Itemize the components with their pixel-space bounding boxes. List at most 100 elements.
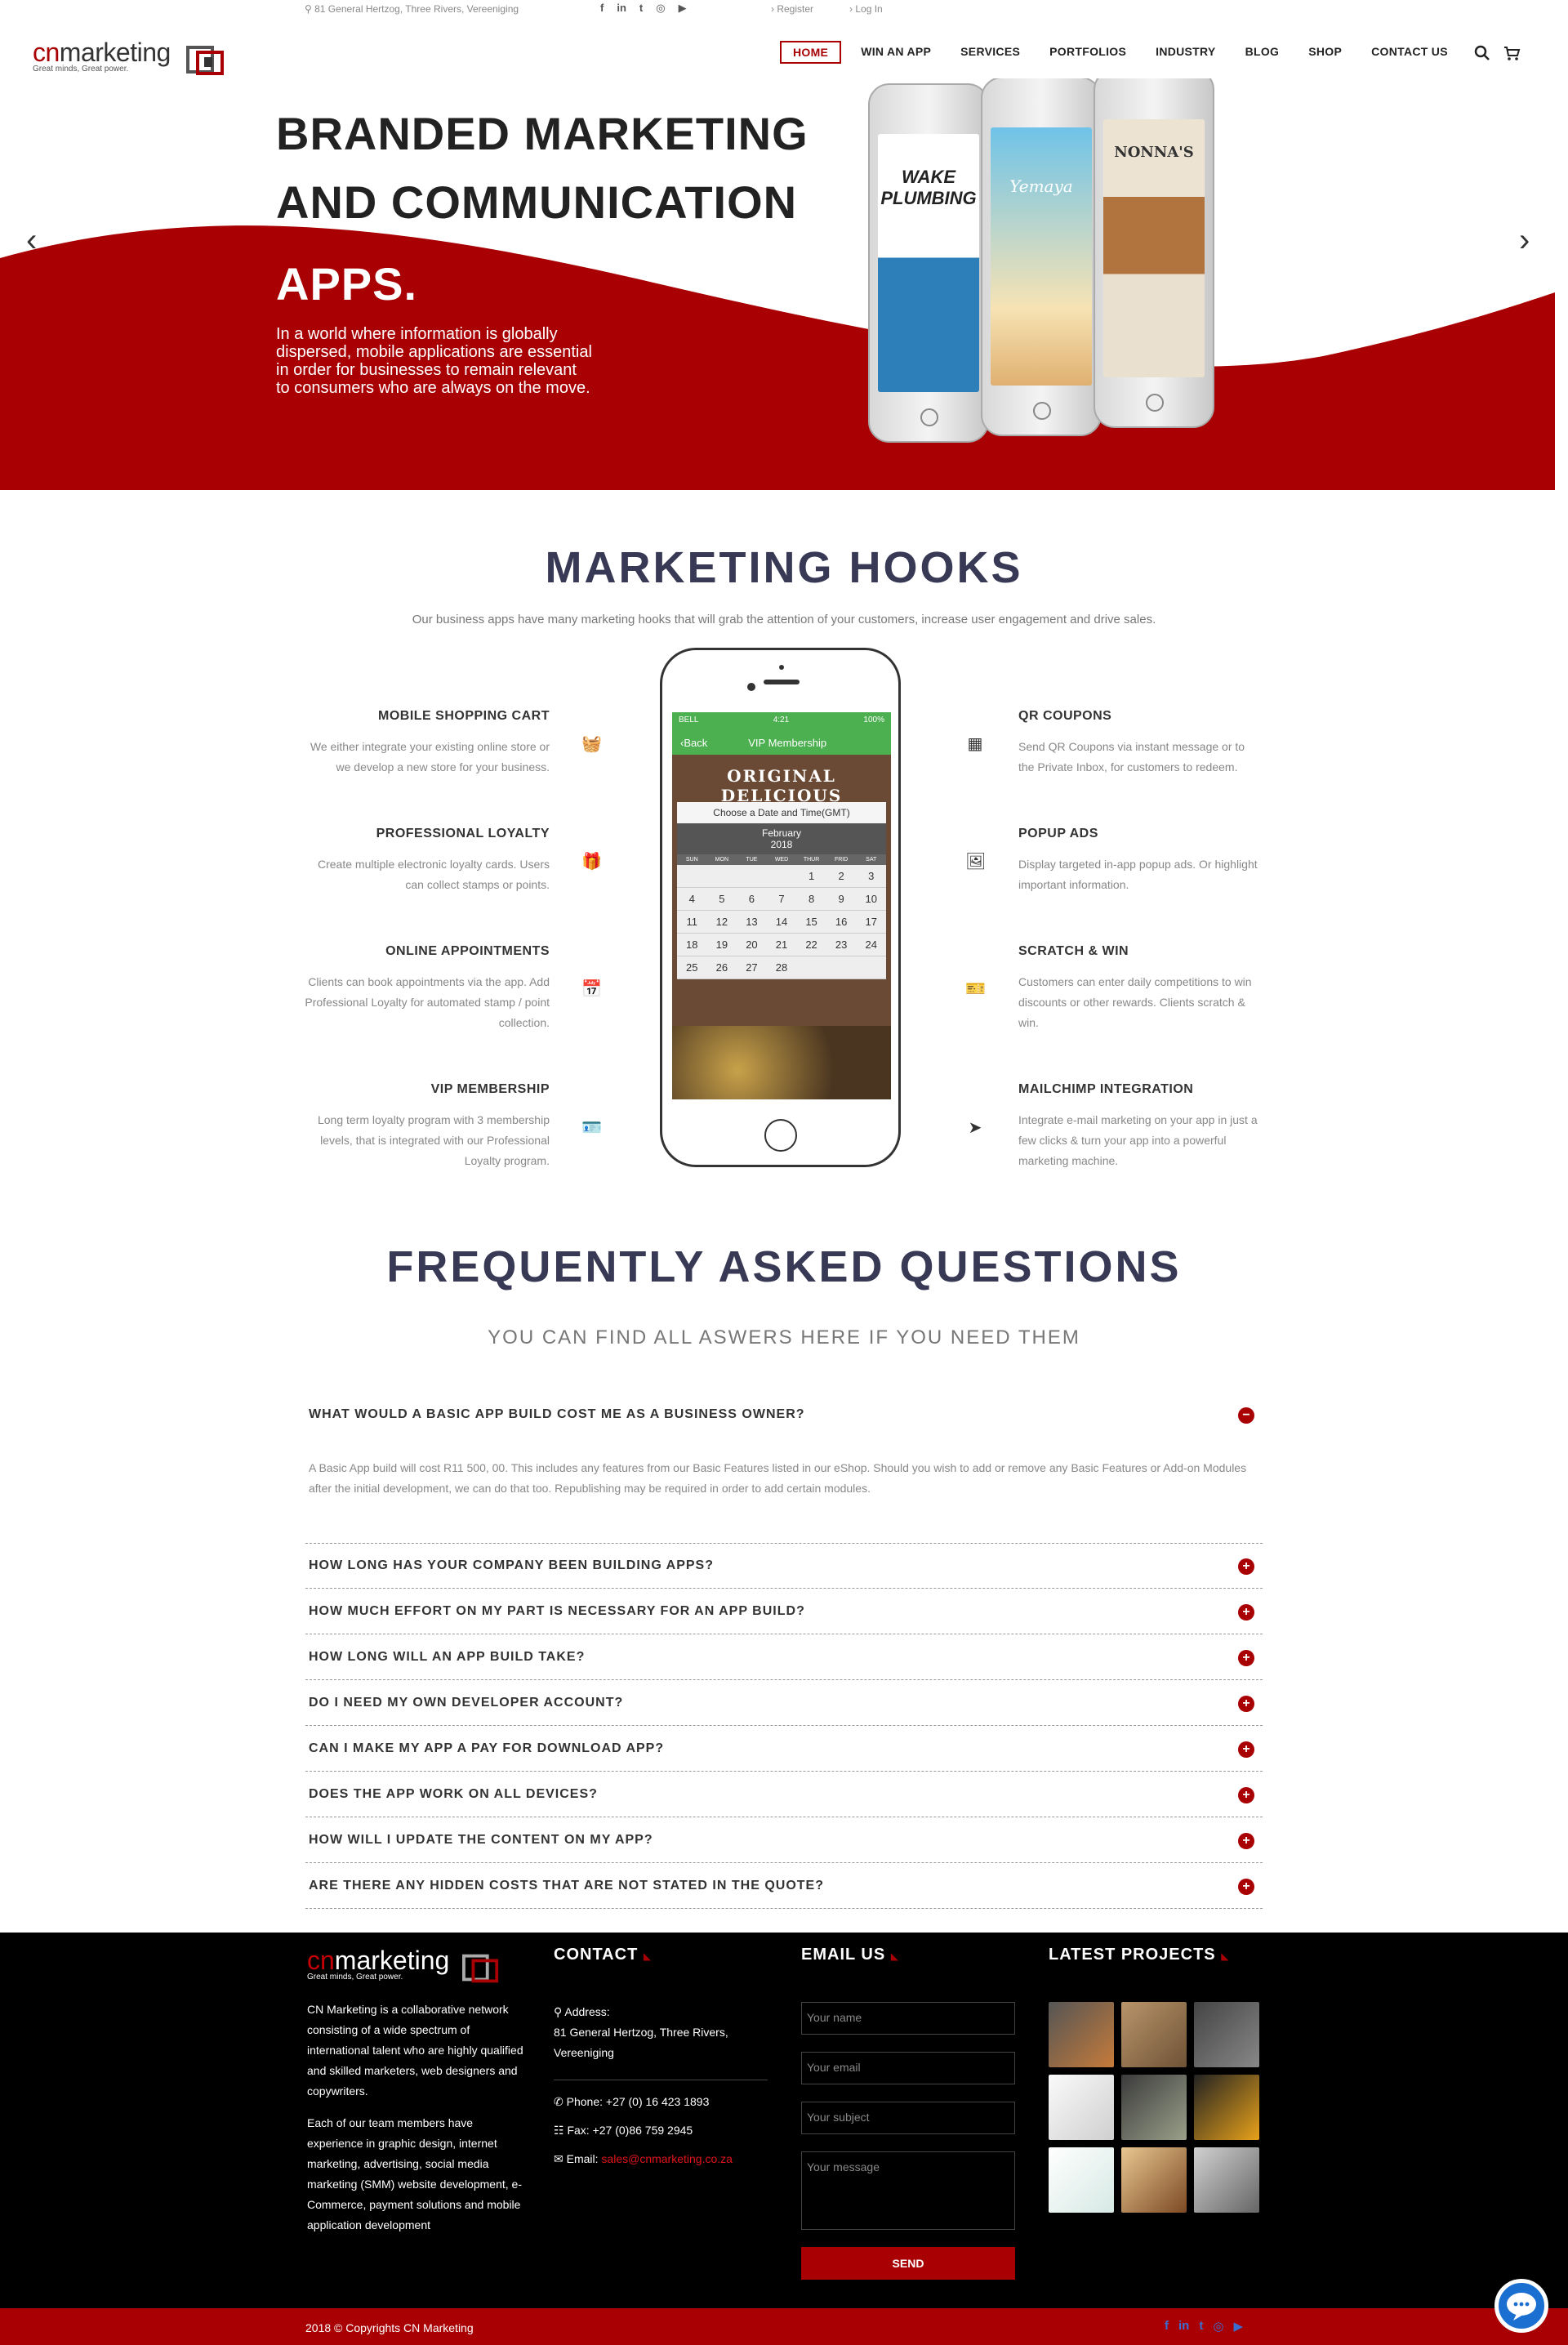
feature-text: We either integrate your existing online… [310, 740, 550, 773]
calendar-day[interactable]: 22 [796, 934, 826, 956]
calendar-day[interactable]: 21 [766, 934, 797, 956]
project-thumbnail[interactable] [1121, 2075, 1187, 2140]
calendar-day[interactable]: 16 [826, 911, 857, 934]
footer-projects: LATEST PROJECTS ◣ [1049, 1946, 1263, 2213]
phone-nonnas: NONNA'S [1094, 78, 1214, 428]
project-thumbnail[interactable] [1049, 2147, 1114, 2213]
expand-icon[interactable]: + [1238, 1558, 1254, 1575]
expand-icon[interactable]: + [1238, 1741, 1254, 1758]
feature-text: Clients can book appointments via the ap… [305, 975, 550, 1029]
nav-portfolios[interactable]: PORTFOLIOS [1035, 41, 1141, 64]
calendar-day[interactable]: 1 [796, 865, 826, 888]
message-textarea[interactable]: Your message [801, 2151, 1015, 2230]
calendar-day[interactable]: 5 [706, 888, 737, 911]
faq-question[interactable]: ARE THERE ANY HIDDEN COSTS THAT ARE NOT … [305, 1863, 1263, 1909]
email-input[interactable]: Your email [801, 2052, 1015, 2084]
slider-prev-icon[interactable]: ‹ [26, 222, 37, 259]
expand-icon[interactable]: + [1238, 1650, 1254, 1666]
linkedin-icon[interactable]: in [1178, 2319, 1189, 2334]
calendar-day[interactable]: 25 [677, 956, 707, 979]
faq-question[interactable]: CAN I MAKE MY APP A PAY FOR DOWNLOAD APP… [305, 1726, 1263, 1772]
expand-icon[interactable]: + [1238, 1833, 1254, 1849]
facebook-icon[interactable]: f [1165, 2319, 1169, 2334]
calendar-day[interactable]: 19 [706, 934, 737, 956]
project-thumbnail[interactable] [1194, 2075, 1259, 2140]
faq-question-text: CAN I MAKE MY APP A PAY FOR DOWNLOAD APP… [309, 1741, 665, 1755]
faq-question[interactable]: HOW WILL I UPDATE THE CONTENT ON MY APP?… [305, 1817, 1263, 1863]
calendar-day[interactable]: 6 [737, 888, 767, 911]
faq-question[interactable]: DO I NEED MY OWN DEVELOPER ACCOUNT? + [305, 1680, 1263, 1726]
linkedin-icon[interactable]: in [617, 2, 626, 15]
calendar-day[interactable]: 20 [737, 934, 767, 956]
search-icon[interactable] [1472, 43, 1492, 63]
expand-icon[interactable]: + [1238, 1787, 1254, 1803]
calendar-day[interactable]: 26 [706, 956, 737, 979]
calendar-widget: Choose a Date and Time(GMT) February 201… [677, 802, 886, 979]
faq-question[interactable]: HOW LONG WILL AN APP BUILD TAKE? + [305, 1634, 1263, 1680]
faq-question-open[interactable]: WHAT WOULD A BASIC APP BUILD COST ME AS … [305, 1392, 1263, 1438]
calendar-day[interactable]: 17 [856, 911, 886, 934]
nav-services[interactable]: SERVICES [946, 41, 1035, 64]
calendar-day[interactable]: 7 [766, 888, 797, 911]
status-carrier: BELL [679, 716, 699, 724]
collapse-icon[interactable]: − [1238, 1407, 1254, 1424]
expand-icon[interactable]: + [1238, 1696, 1254, 1712]
calendar-day[interactable]: 28 [766, 956, 797, 979]
footer-email-link[interactable]: sales@cnmarketing.co.za [601, 2152, 733, 2165]
instagram-icon[interactable]: ◎ [1213, 2319, 1223, 2334]
calendar-day[interactable]: 3 [856, 865, 886, 888]
twitter-icon[interactable]: t [639, 2, 643, 15]
footer-logo[interactable]: cnmarketing Great minds, Great power. [307, 1946, 528, 1996]
site-logo[interactable]: cnmarketing Great minds, Great power. [33, 38, 233, 82]
youtube-icon[interactable]: ▶ [1233, 2319, 1243, 2334]
project-thumbnail[interactable] [1049, 2075, 1114, 2140]
phone-label-yemaya: Yemaya [1009, 176, 1073, 196]
project-thumbnail[interactable] [1194, 2147, 1259, 2213]
youtube-icon[interactable]: ▶ [679, 2, 687, 15]
calendar-day[interactable]: 9 [826, 888, 857, 911]
facebook-icon[interactable]: f [600, 2, 604, 15]
calendar-day[interactable]: 2 [826, 865, 857, 888]
slider-next-icon[interactable]: › [1519, 222, 1530, 259]
faq-question-text: HOW LONG WILL AN APP BUILD TAKE? [309, 1649, 586, 1664]
calendar-day[interactable]: 11 [677, 911, 707, 934]
faq-question[interactable]: HOW MUCH EFFORT ON MY PART IS NECESSARY … [305, 1589, 1263, 1634]
calendar-day[interactable]: 14 [766, 911, 797, 934]
calendar-day[interactable]: 24 [856, 934, 886, 956]
expand-icon[interactable]: + [1238, 1879, 1254, 1895]
project-thumbnail[interactable] [1049, 2002, 1114, 2067]
calendar-day[interactable]: 12 [706, 911, 737, 934]
register-link[interactable]: › Register [771, 3, 813, 15]
login-link[interactable]: › Log In [849, 3, 883, 15]
nav-home[interactable]: HOME [780, 41, 842, 64]
project-thumbnail[interactable] [1121, 2002, 1187, 2067]
calendar-day[interactable]: 15 [796, 911, 826, 934]
calendar-day[interactable]: 8 [796, 888, 826, 911]
calendar-day[interactable]: 10 [856, 888, 886, 911]
expand-icon[interactable]: + [1238, 1604, 1254, 1621]
project-thumbnail[interactable] [1121, 2147, 1187, 2213]
nav-industry[interactable]: INDUSTRY [1141, 41, 1230, 64]
calendar-day[interactable]: 27 [737, 956, 767, 979]
nav-win-an-app[interactable]: WIN AN APP [846, 41, 946, 64]
footer-address: 81 General Hertzog, Three Rivers, Vereen… [554, 2026, 728, 2059]
instagram-icon[interactable]: ◎ [656, 2, 665, 15]
hero-phones-image: WAKE PLUMBING Yemaya NONNA'S [868, 78, 1219, 443]
subject-input[interactable]: Your subject [801, 2102, 1015, 2134]
faq-question[interactable]: DOES THE APP WORK ON ALL DEVICES? + [305, 1772, 1263, 1817]
send-button[interactable]: SEND [801, 2247, 1015, 2280]
project-thumbnail[interactable] [1194, 2002, 1259, 2067]
chat-widget-button[interactable] [1494, 2279, 1548, 2333]
nav-shop[interactable]: SHOP [1294, 41, 1356, 64]
feature-title: MAILCHIMP INTEGRATION [1018, 1082, 1194, 1096]
calendar-day[interactable]: 4 [677, 888, 707, 911]
calendar-day[interactable]: 18 [677, 934, 707, 956]
calendar-day[interactable]: 13 [737, 911, 767, 934]
name-input[interactable]: Your name [801, 2002, 1015, 2035]
calendar-day[interactable]: 23 [826, 934, 857, 956]
nav-contact-us[interactable]: CONTACT US [1356, 41, 1463, 64]
cart-icon[interactable] [1502, 43, 1521, 63]
faq-question[interactable]: HOW LONG HAS YOUR COMPANY BEEN BUILDING … [305, 1543, 1263, 1589]
nav-blog[interactable]: BLOG [1231, 41, 1294, 64]
twitter-icon[interactable]: t [1199, 2319, 1203, 2334]
